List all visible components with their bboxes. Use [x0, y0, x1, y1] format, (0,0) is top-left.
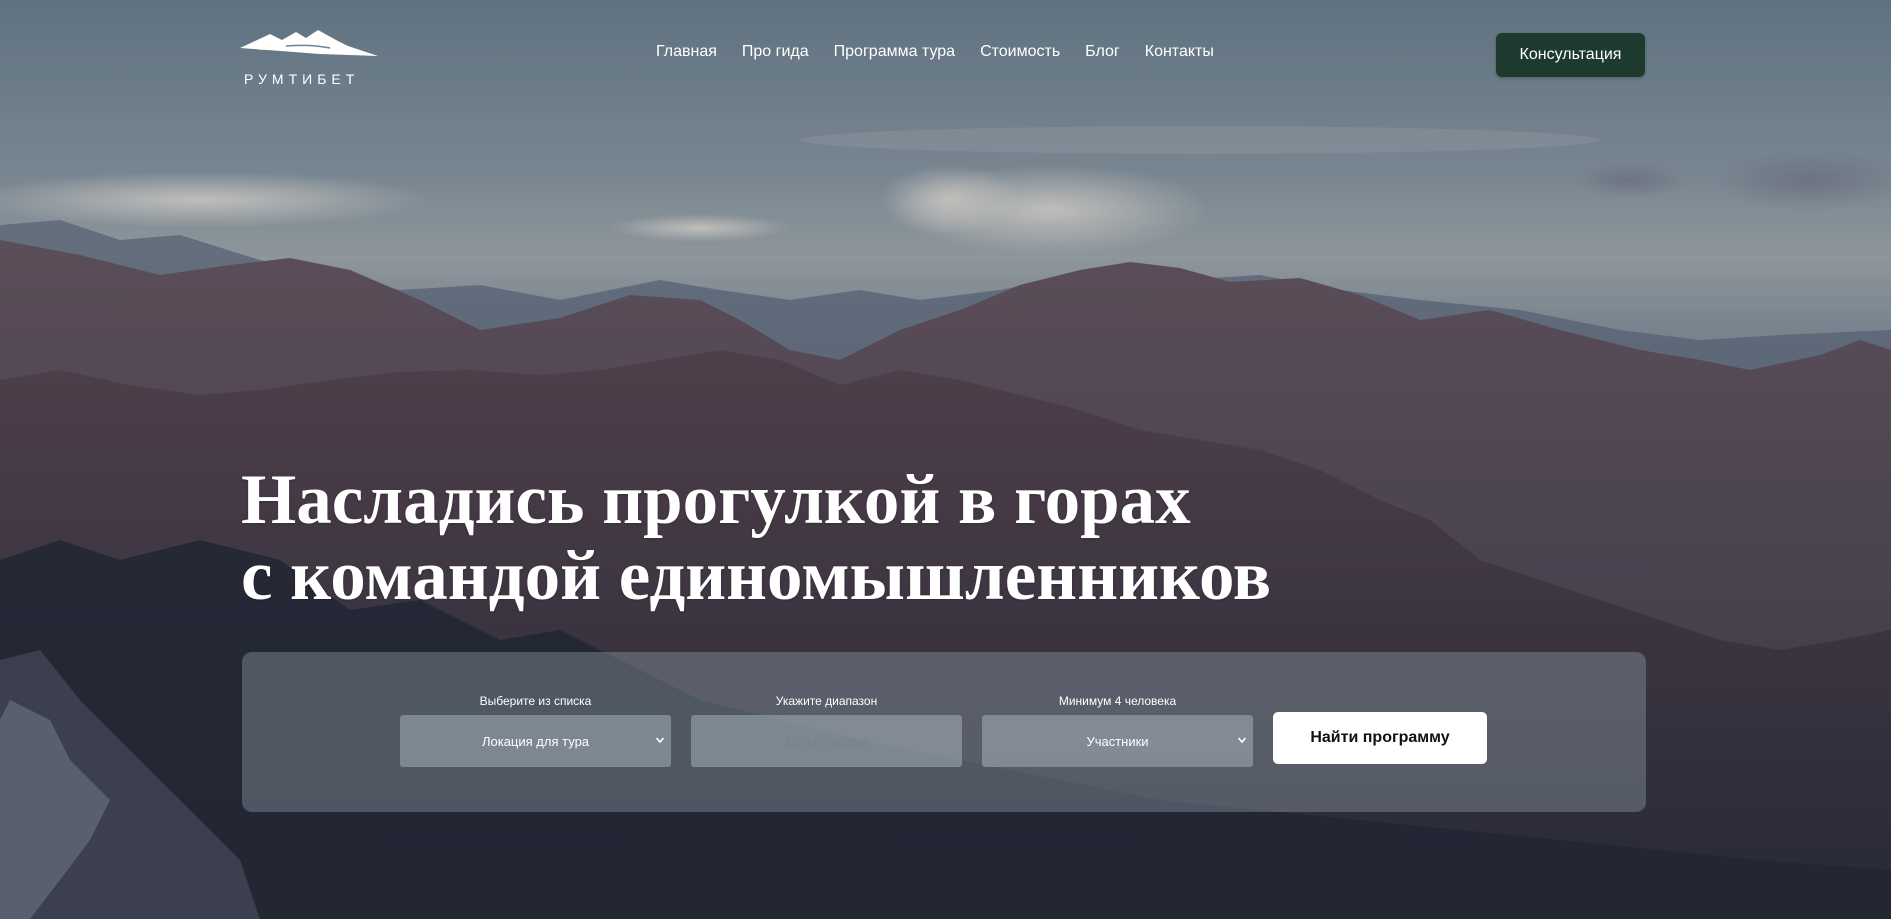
site-header: РУМТИБЕТ Главная Про гида Программа тура… — [0, 0, 1891, 110]
participants-select[interactable]: Участники — [982, 715, 1253, 767]
nav-item-tour-program[interactable]: Программа тура — [834, 43, 955, 61]
chevron-down-icon — [655, 737, 665, 744]
nav-item-blog[interactable]: Блог — [1085, 43, 1120, 61]
nav-item-about-guide[interactable]: Про гида — [742, 43, 809, 61]
main-nav: Главная Про гида Программа тура Стоимост… — [656, 43, 1214, 61]
dates-input-placeholder: Даты поездки — [785, 733, 868, 749]
dates-field: Укажите диапазон Даты поездки — [691, 694, 962, 767]
hero-section: РУМТИБЕТ Главная Про гида Программа тура… — [0, 0, 1891, 919]
location-select-value: Локация для тура — [481, 733, 590, 749]
hero-headline: Насладись прогулкой в горах с командой е… — [241, 462, 1271, 614]
nav-item-pricing[interactable]: Стоимость — [980, 43, 1060, 61]
hero-headline-line-2: с командой единомышленников — [241, 537, 1272, 615]
mountain-logo-icon — [240, 30, 378, 56]
brand-logo[interactable]: РУМТИБЕТ — [240, 26, 380, 92]
chevron-down-icon — [1237, 737, 1247, 744]
dates-field-label: Укажите диапазон — [775, 694, 878, 708]
tour-search-panel: Выберите из списка Локация для тура Укаж… — [242, 652, 1646, 812]
participants-select-value: Участники — [1086, 733, 1149, 749]
nav-item-contacts[interactable]: Контакты — [1145, 43, 1214, 61]
consultation-button[interactable]: Консультация — [1496, 33, 1645, 77]
location-select[interactable]: Локация для тура — [400, 715, 671, 767]
participants-field-label: Минимум 4 человека — [1058, 694, 1177, 708]
brand-name: РУМТИБЕТ — [244, 71, 360, 87]
location-field-label: Выберите из списка — [479, 694, 592, 708]
participants-field: Минимум 4 человека Участники — [982, 694, 1253, 767]
dates-input[interactable]: Даты поездки — [691, 715, 962, 767]
find-program-button[interactable]: Найти программу — [1273, 712, 1487, 764]
nav-item-home[interactable]: Главная — [656, 43, 717, 61]
location-field: Выберите из списка Локация для тура — [400, 694, 671, 767]
hero-headline-line-1: Насладись прогулкой в горах — [241, 461, 1191, 539]
